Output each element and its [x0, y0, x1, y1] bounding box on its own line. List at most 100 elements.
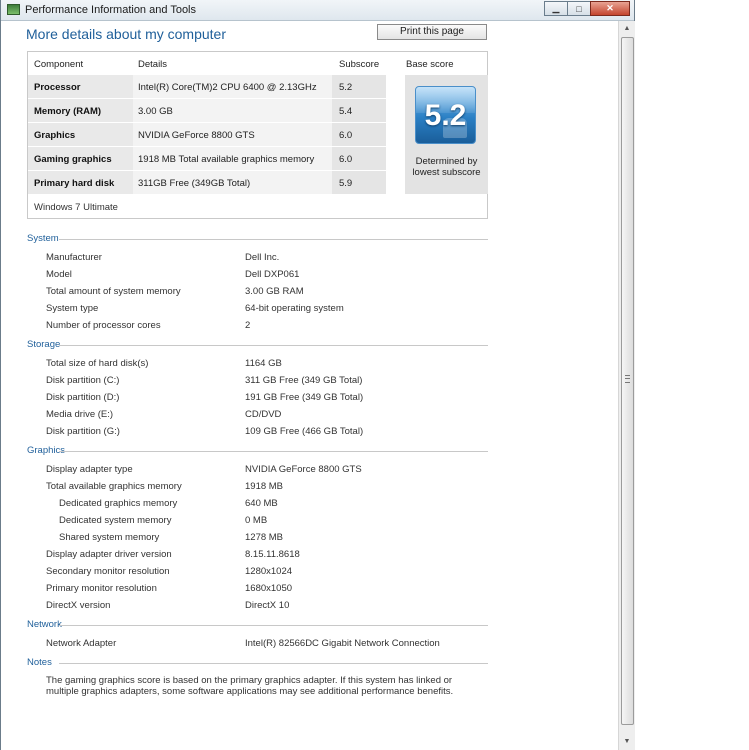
base-score-value: 5.2 — [424, 99, 467, 132]
info-label: Primary monitor resolution — [46, 583, 157, 594]
app-icon — [7, 4, 20, 15]
info-value: 1918 MB — [245, 481, 284, 492]
row-details: 1918 MB Total available graphics memory — [138, 154, 315, 165]
title-bar[interactable]: Performance Information and Tools ▁ □ ✕ — [1, 0, 634, 21]
score-row-graphics: Graphics NVIDIA GeForce 8800 GTS 6.0 — [28, 123, 413, 146]
row-component: Gaming graphics — [34, 154, 112, 165]
info-row: DirectX version DirectX 10 — [1, 600, 601, 617]
minimize-button[interactable]: ▁ — [544, 1, 568, 16]
vertical-scrollbar[interactable]: ▲ ▼ — [618, 21, 635, 750]
info-label: Network Adapter — [46, 638, 117, 649]
info-row: Shared system memory 1278 MB — [1, 532, 601, 549]
scrollbar-thumb[interactable] — [621, 37, 634, 725]
info-row: Dedicated graphics memory 640 MB — [1, 498, 601, 515]
notes-text: The gaming graphics score is based on th… — [46, 675, 454, 697]
info-label: Disk partition (C:) — [46, 375, 120, 386]
row-details: Intel(R) Core(TM)2 CPU 6400 @ 2.13GHz — [138, 82, 317, 93]
base-score-badge: 5.2 — [415, 86, 476, 144]
scroll-up-arrow-icon[interactable]: ▲ — [619, 21, 635, 37]
info-value: 1680x1050 — [245, 583, 293, 594]
section-notes-title: Notes — [27, 657, 52, 668]
scroll-down-arrow-icon[interactable]: ▼ — [619, 734, 635, 750]
info-value: Intel(R) 82566DC Gigabit Network Connect… — [245, 638, 440, 649]
score-row-memory: Memory (RAM) 3.00 GB 5.4 — [28, 99, 413, 122]
info-row: Dedicated system memory 0 MB — [1, 515, 601, 532]
info-label: Dedicated graphics memory — [59, 498, 178, 509]
info-value: 640 MB — [245, 498, 278, 509]
row-subscore: 5.2 — [339, 82, 353, 93]
info-value: 2 — [245, 320, 251, 331]
info-value: 64-bit operating system — [245, 303, 344, 314]
score-row-primary-hard-disk: Primary hard disk 311GB Free (349GB Tota… — [28, 171, 413, 194]
score-row-gaming-graphics: Gaming graphics 1918 MB Total available … — [28, 147, 413, 170]
minimize-icon: ▁ — [552, 3, 560, 13]
info-row: Number of processor cores 2 — [1, 320, 601, 337]
info-row: Total available graphics memory 1918 MB — [1, 481, 601, 498]
section-network-title: Network — [27, 619, 62, 630]
row-subscore: 6.0 — [339, 154, 353, 165]
info-value: CD/DVD — [245, 409, 282, 420]
info-row: Disk partition (D:) 191 GB Free (349 GB T… — [1, 392, 601, 409]
info-row: Disk partition (G:) 109 GB Free (466 GB T… — [1, 426, 601, 443]
score-table-header: Component Details Subscore Base score — [28, 52, 487, 74]
info-value: 311 GB Free (349 GB Total) — [245, 375, 363, 386]
info-value: DirectX 10 — [245, 600, 290, 611]
info-label: System type — [46, 303, 99, 314]
close-icon: ✕ — [606, 3, 614, 13]
header-base-score: Base score — [406, 59, 454, 70]
info-label: Dedicated system memory — [59, 515, 172, 526]
row-details: 311GB Free (349GB Total) — [138, 178, 251, 189]
info-label: Model — [46, 269, 72, 280]
info-row: Disk partition (C:) 311 GB Free (349 GB T… — [1, 375, 601, 392]
row-component: Memory (RAM) — [34, 106, 102, 117]
print-page-button[interactable]: Print this page — [377, 24, 487, 40]
row-details: NVIDIA GeForce 8800 GTS — [138, 130, 255, 141]
info-value: 1280x1024 — [245, 566, 293, 577]
info-value: NVIDIA GeForce 8800 GTS — [245, 464, 362, 475]
row-subscore: 5.9 — [339, 178, 353, 189]
os-edition: Windows 7 Ultimate — [34, 202, 118, 213]
row-component: Processor — [34, 82, 81, 93]
info-row: Total size of hard disk(s) 1164 GB — [1, 358, 601, 375]
info-value: 8.15.11.8618 — [245, 549, 300, 560]
section-divider — [59, 625, 488, 626]
info-label: Total size of hard disk(s) — [46, 358, 149, 369]
header-details: Details — [138, 59, 168, 70]
info-label: Total amount of system memory — [46, 286, 181, 297]
window-controls: ▁ □ ✕ — [544, 1, 630, 16]
info-value: 1164 GB — [245, 358, 282, 369]
close-button[interactable]: ✕ — [590, 1, 630, 16]
row-component: Graphics — [34, 130, 76, 141]
info-label: Display adapter driver version — [46, 549, 172, 560]
score-row-processor: Processor Intel(R) Core(TM)2 CPU 6400 @ … — [28, 75, 413, 98]
section-divider — [59, 451, 488, 452]
section-system-title: System — [27, 233, 59, 244]
info-row: Model Dell DXP061 — [1, 269, 601, 286]
info-row: Display adapter driver version 8.15.11.86… — [1, 549, 601, 566]
info-row: Manufacturer Dell Inc. — [1, 252, 601, 269]
performance-window: Performance Information and Tools ▁ □ ✕ … — [0, 0, 635, 750]
info-row: Primary monitor resolution 1680x1050 — [1, 583, 601, 600]
info-label: Display adapter type — [46, 464, 133, 475]
row-subscore: 6.0 — [339, 130, 353, 141]
section-divider — [59, 345, 488, 346]
header-subscore: Subscore — [339, 59, 380, 70]
info-label: Disk partition (D:) — [46, 392, 120, 403]
page-title: More details about my computer — [26, 26, 226, 42]
info-value: 3.00 GB RAM — [245, 286, 304, 297]
base-score-caption: Determined by lowest subscore — [412, 156, 481, 178]
score-table: Component Details Subscore Base score Pr… — [27, 51, 488, 219]
info-label: Disk partition (G:) — [46, 426, 120, 437]
row-component: Primary hard disk — [34, 178, 115, 189]
section-divider — [59, 663, 488, 664]
base-score-panel: 5.2 Determined by lowest subscore — [405, 75, 488, 194]
header-component: Component — [34, 59, 84, 70]
info-row: Media drive (E:) CD/DVD — [1, 409, 601, 426]
info-row: Secondary monitor resolution 1280x1024 — [1, 566, 601, 583]
info-label: Manufacturer — [46, 252, 102, 263]
info-label: Secondary monitor resolution — [46, 566, 170, 577]
section-divider — [59, 239, 488, 240]
info-label: Shared system memory — [59, 532, 160, 543]
info-value: 1278 MB — [245, 532, 284, 543]
maximize-button[interactable]: □ — [567, 1, 591, 16]
